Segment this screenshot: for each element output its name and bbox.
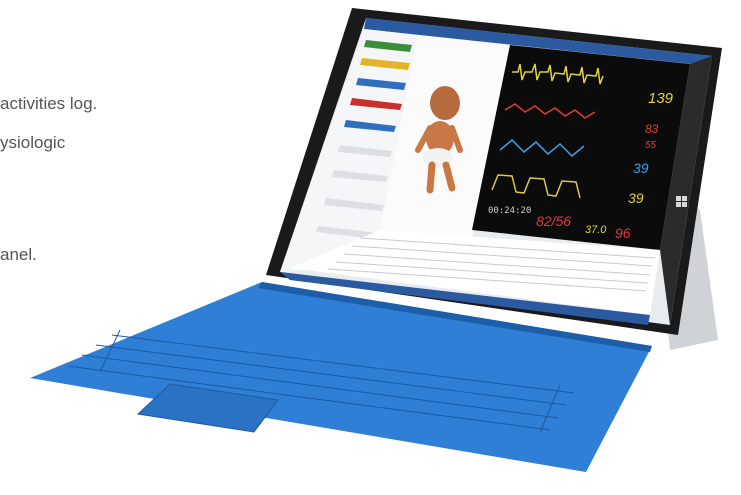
etco2-value: 39 [633,160,649,176]
hr-value: 139 [648,90,674,107]
bp-value: 82/56 [536,213,571,229]
temp-right-value: 39 [628,190,644,206]
spo2-value: 83 [645,122,659,136]
pulse-value: 96 [615,225,631,241]
timer-readout: 00:24:20 [488,206,531,216]
vitals-monitor [472,45,690,250]
resp-rate-value: 55 [645,140,657,151]
device-illustration: 00:24:20 139 83 55 39 39 82/56 37.0 96 [30,8,722,472]
temp-value: 37.0 [585,224,607,236]
